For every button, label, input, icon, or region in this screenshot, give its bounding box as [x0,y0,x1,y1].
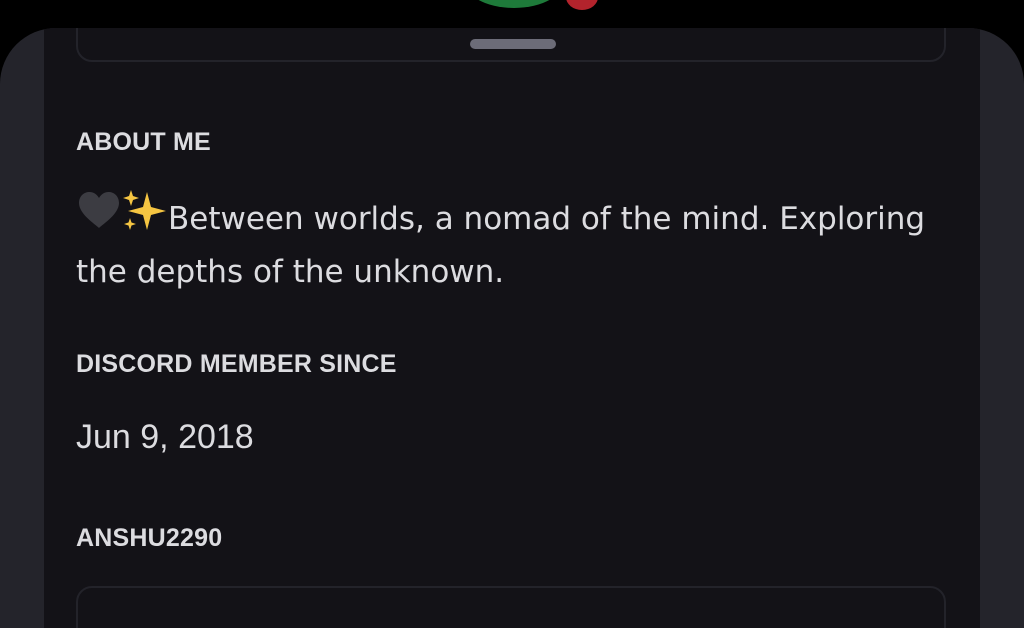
username-heading: ANSHU2290 [76,524,223,552]
drag-handle[interactable] [470,39,556,49]
member-since-heading: DISCORD MEMBER SINCE [76,350,397,378]
about-me-text-value: Between worlds, a nomad of the mind. Exp… [76,201,926,290]
profile-sheet: ABOUT ME Between worlds, a nomad of the … [0,28,1024,628]
status-indicator [566,0,598,10]
member-since-date: Jun 9, 2018 [76,418,254,456]
sparkles-icon [122,188,168,247]
profile-card-bottom[interactable] [76,586,946,628]
about-me-heading: ABOUT ME [76,128,211,156]
black-heart-icon [76,190,122,245]
avatar[interactable] [462,0,566,8]
about-me-text: Between worlds, a nomad of the mind. Exp… [76,190,936,297]
profile-panel: ABOUT ME Between worlds, a nomad of the … [44,28,980,628]
